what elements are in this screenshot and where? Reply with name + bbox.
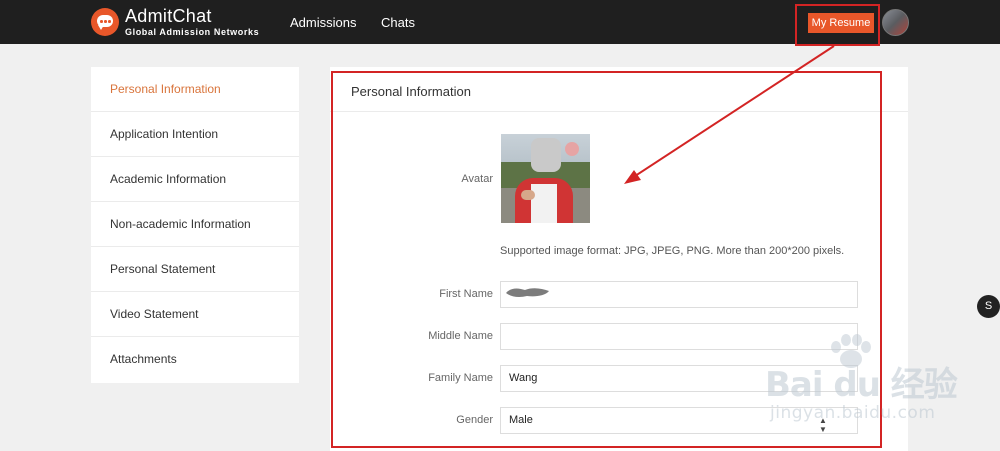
nav-admissions[interactable]: Admissions	[290, 15, 356, 30]
resume-sections-sidebar: Personal Information Application Intenti…	[91, 67, 299, 383]
sidebar-item-non-academic-information[interactable]: Non-academic Information	[91, 202, 299, 247]
chat-support-badge[interactable]: S	[977, 295, 1000, 318]
divider	[330, 111, 908, 112]
sidebar-item-label: Video Statement	[110, 307, 199, 321]
sidebar-item-video-statement[interactable]: Video Statement	[91, 292, 299, 337]
chat-bubble-logo-icon[interactable]	[91, 8, 119, 36]
personal-information-panel: Personal Information	[330, 67, 908, 451]
gender-select[interactable]: Male	[500, 407, 858, 434]
sidebar-item-application-intention[interactable]: Application Intention	[91, 112, 299, 157]
sidebar-item-attachments[interactable]: Attachments	[91, 337, 299, 382]
avatar-image[interactable]	[501, 134, 590, 223]
family-name-label: Family Name	[428, 372, 493, 384]
sidebar-item-label: Personal Statement	[110, 262, 216, 276]
annotation-highlight-box	[795, 4, 880, 46]
sidebar-item-label: Attachments	[110, 352, 177, 366]
middle-name-field[interactable]	[500, 323, 858, 350]
sidebar-item-personal-statement[interactable]: Personal Statement	[91, 247, 299, 292]
first-name-label: First Name	[439, 288, 493, 300]
sidebar-item-label: Application Intention	[110, 127, 219, 141]
page-title: Personal Information	[351, 84, 471, 99]
sidebar-item-personal-information[interactable]: Personal Information	[91, 67, 299, 112]
chevron-up-down-icon: ▲ ▼	[819, 416, 827, 434]
middle-name-label: Middle Name	[428, 330, 493, 342]
brand-tagline: Global Admission Networks	[125, 27, 260, 37]
avatar-label: Avatar	[461, 173, 493, 185]
gender-label: Gender	[456, 414, 493, 426]
user-avatar[interactable]	[882, 9, 909, 36]
sidebar-item-label: Personal Information	[110, 82, 221, 96]
sidebar-item-academic-information[interactable]: Academic Information	[91, 157, 299, 202]
first-name-field[interactable]	[500, 281, 858, 308]
redaction-scribble	[506, 288, 549, 297]
family-name-field[interactable]: Wang	[500, 365, 858, 392]
brand-name[interactable]: AdmitChat	[125, 6, 212, 27]
sidebar-item-label: Academic Information	[110, 172, 227, 186]
avatar-format-hint: Supported image format: JPG, JPEG, PNG. …	[500, 245, 845, 257]
sidebar-item-label: Non-academic Information	[110, 217, 251, 231]
nav-chats[interactable]: Chats	[381, 15, 415, 30]
